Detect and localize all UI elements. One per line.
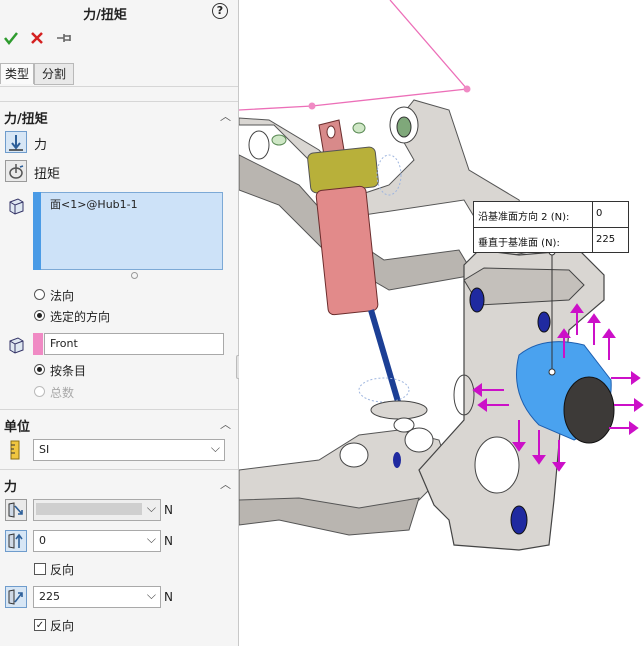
pin-icon[interactable] [56, 31, 72, 45]
radio-selected-direction[interactable] [34, 310, 45, 321]
radio-normal[interactable] [34, 289, 45, 300]
unit-label: N [164, 534, 173, 548]
model-render[interactable] [239, 0, 644, 646]
radio-total-label: 总数 [50, 386, 75, 400]
radio-total[interactable] [34, 386, 45, 397]
direction-reference-field[interactable]: Front [44, 333, 224, 355]
face-selection-icon [9, 198, 24, 215]
units-select[interactable]: SI [33, 438, 225, 461]
resize-handle-icon[interactable] [131, 272, 138, 279]
callout-row1-value: 0 [596, 208, 603, 219]
unit-label: N [164, 503, 173, 517]
panel-title: 力/扭矩 [83, 8, 127, 23]
direction-3-icon[interactable] [5, 586, 27, 608]
force-option-icon[interactable] [5, 131, 27, 153]
selection-list-bar [33, 192, 41, 270]
callout-row2-value: 225 [596, 234, 616, 245]
callout-row1-label: 沿基准面方向 2 (N): [478, 212, 570, 223]
section-force-torque: 力/扭矩 [4, 112, 48, 127]
force-option-label[interactable]: 力 [34, 134, 47, 153]
force-z-input[interactable]: 225 [33, 585, 161, 608]
collapse-chevron-icon[interactable]: ︿ [220, 416, 231, 432]
force-y-input[interactable]: 0 [33, 529, 161, 552]
property-manager-panel: 力/扭矩 ? 类型 分割 力/扭矩 ︿ 力 扭矩 面<1>@Hub1-1 法向 … [0, 0, 244, 646]
direction-1-icon [5, 499, 27, 521]
reverse-z-checkbox[interactable]: ✓ [34, 619, 46, 631]
reverse-y-label: 反向 [50, 563, 75, 577]
cancel-icon[interactable] [30, 31, 44, 45]
force-callout-table: 沿基准面方向 2 (N): 0 垂直于基准面 (N): 225 [473, 201, 629, 253]
reverse-z-label: 反向 [50, 619, 75, 633]
disabled-fill [36, 503, 142, 515]
graphics-viewport[interactable]: 沿基准面方向 2 (N): 0 垂直于基准面 (N): 225 [239, 0, 644, 646]
section-units: 单位 [4, 420, 31, 435]
collapse-chevron-icon[interactable]: ︿ [220, 108, 231, 124]
tab-split[interactable]: 分割 [34, 63, 74, 85]
tab-type[interactable]: 类型 [0, 63, 34, 84]
radio-per-item[interactable] [34, 364, 45, 375]
accept-icon[interactable] [3, 30, 19, 46]
reverse-y-checkbox[interactable] [34, 563, 46, 575]
radio-per-item-label: 按条目 [50, 364, 87, 378]
direction-2-icon[interactable] [5, 530, 27, 552]
selection-item[interactable]: 面<1>@Hub1-1 [50, 196, 138, 212]
plane-selection-icon [9, 337, 24, 354]
collapse-chevron-icon[interactable]: ︿ [220, 476, 231, 492]
callout-row2-label: 垂直于基准面 (N): [478, 238, 560, 249]
section-force: 力 [4, 480, 18, 495]
radio-selected-direction-label: 选定的方向 [50, 310, 111, 324]
ruler-icon [10, 440, 20, 460]
torque-option-icon[interactable] [5, 160, 27, 182]
direction-color-swatch [33, 333, 43, 355]
unit-label: N [164, 590, 173, 604]
help-icon[interactable]: ? [212, 3, 228, 19]
radio-normal-label: 法向 [50, 289, 75, 303]
torque-option-label[interactable]: 扭矩 [34, 163, 60, 182]
